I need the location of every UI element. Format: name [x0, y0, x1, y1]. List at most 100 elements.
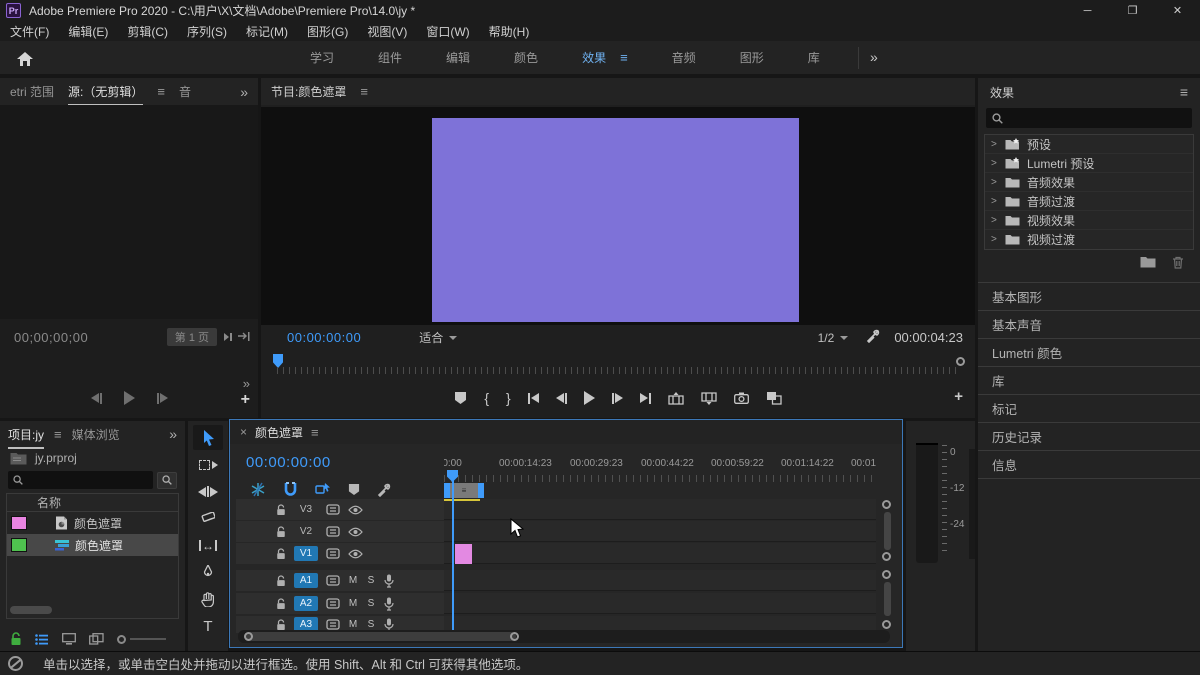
chevron-right-icon[interactable]: >	[991, 196, 998, 207]
track-output-icon[interactable]	[326, 598, 340, 609]
track-a2-clip-area[interactable]	[444, 593, 876, 614]
tab-media-browser[interactable]: 媒体浏览	[72, 426, 120, 443]
track-lock-icon[interactable]	[276, 575, 286, 587]
track-eye-icon[interactable]	[348, 505, 363, 515]
timeline-vertical-scrollbar[interactable]	[880, 500, 894, 640]
track-mute-button[interactable]: M	[348, 575, 358, 586]
track-mute-button[interactable]: M	[348, 619, 358, 630]
tab-project[interactable]: 项目:jy	[8, 420, 44, 449]
effects-folder-audio-transitions[interactable]: > 音频过渡	[985, 192, 1193, 211]
project-overflow-icon[interactable]: »	[169, 426, 177, 442]
menu-graphics[interactable]: 图形(G)	[307, 23, 348, 40]
delete-trash-icon[interactable]	[1172, 256, 1184, 269]
source-add-button-icon[interactable]: +	[241, 391, 250, 409]
track-eye-icon[interactable]	[348, 549, 363, 559]
tab-essential-sound[interactable]: 基本声音	[978, 310, 1200, 338]
effects-search-input[interactable]	[986, 108, 1192, 128]
advanced-search-button[interactable]	[157, 472, 177, 489]
close-button[interactable]: ✕	[1155, 0, 1200, 21]
fit-dropdown[interactable]: 适合	[419, 329, 457, 346]
workspace-tab-learning[interactable]: 学习	[310, 49, 334, 66]
program-add-button-icon[interactable]: +	[954, 388, 963, 405]
vertical-scroll-thumb[interactable]	[884, 582, 891, 616]
timeline-tab-close-icon[interactable]: ×	[240, 425, 247, 439]
track-label-targeted[interactable]: A1	[294, 573, 318, 588]
settings-wrench-icon[interactable]	[866, 329, 880, 346]
track-solo-button[interactable]: S	[366, 619, 376, 630]
effects-folder-audio-effects[interactable]: > 音频效果	[985, 173, 1193, 192]
track-lock-icon[interactable]	[276, 598, 286, 610]
new-bin-icon[interactable]	[1140, 256, 1156, 268]
chevron-right-icon[interactable]: >	[991, 139, 998, 150]
track-header-v3[interactable]: V3	[236, 499, 444, 520]
track-a1-clip-area[interactable]	[444, 570, 876, 591]
source-play-button[interactable]	[124, 391, 135, 405]
track-mute-button[interactable]: M	[348, 598, 358, 609]
effects-panel-menu-icon[interactable]: ≡	[1180, 84, 1188, 100]
track-lock-icon[interactable]	[276, 548, 286, 560]
workspace-tab-effects[interactable]: 效果	[582, 49, 606, 66]
step-back-icon[interactable]	[556, 393, 567, 404]
track-output-icon[interactable]	[326, 504, 340, 515]
chevron-right-icon[interactable]: >	[991, 234, 998, 245]
timeline-ruler[interactable]: :00:00 00:00:14:23 00:00:29:23 00:00:44:…	[444, 450, 876, 482]
program-timecode[interactable]: 00:00:00:00	[287, 330, 361, 345]
lift-icon[interactable]	[668, 392, 684, 405]
playback-resolution-dropdown[interactable]: 1/2	[818, 331, 849, 345]
menu-help[interactable]: 帮助(H)	[489, 23, 530, 40]
track-output-icon[interactable]	[326, 619, 340, 630]
slip-tool[interactable]: ↔	[193, 533, 223, 558]
tab-libraries[interactable]: 库	[978, 366, 1200, 394]
tab-info[interactable]: 信息	[978, 450, 1200, 478]
timeline-tab-sequence[interactable]: 颜色遮罩	[255, 424, 303, 441]
program-panel-menu-icon[interactable]: ≡	[360, 84, 368, 99]
panel-menu-icon[interactable]: ≡	[157, 84, 165, 99]
program-scrubber[interactable]	[271, 354, 965, 376]
label-swatch-green[interactable]	[11, 538, 27, 552]
thumbnail-zoom-slider[interactable]	[117, 635, 166, 644]
timeline-horizontal-scrollbar[interactable]	[238, 630, 890, 643]
track-lock-icon[interactable]	[276, 504, 286, 516]
source-page-skip-icon[interactable]	[238, 332, 250, 342]
source-page-next-icon[interactable]	[223, 332, 233, 342]
type-tool[interactable]: T	[193, 614, 223, 639]
track-label[interactable]: V2	[294, 526, 318, 537]
work-area-right-handle[interactable]	[478, 483, 484, 498]
effects-folder-video-effects[interactable]: > 视频效果	[985, 211, 1193, 230]
track-resize-handle[interactable]	[882, 620, 891, 629]
timeline-add-marker-icon[interactable]	[348, 483, 360, 496]
workspace-tab-audio[interactable]: 音频	[672, 49, 696, 66]
project-panel-menu-icon[interactable]: ≡	[54, 427, 62, 442]
maximize-button[interactable]: ❐	[1110, 0, 1155, 21]
zoom-handle-left[interactable]	[244, 632, 253, 641]
track-label-targeted[interactable]: V1	[294, 546, 318, 561]
track-resize-handle[interactable]	[882, 500, 891, 509]
track-solo-button[interactable]: S	[366, 598, 376, 609]
comparison-view-icon[interactable]	[766, 391, 782, 405]
tab-audio-mixer[interactable]: 音	[179, 83, 191, 100]
writable-lock-icon[interactable]	[10, 632, 22, 646]
track-v3-clip-area[interactable]	[444, 499, 876, 520]
track-header-v1[interactable]: V1	[236, 543, 444, 564]
mark-in-icon[interactable]: {	[484, 390, 489, 406]
color-matte-clip-v1[interactable]	[455, 544, 472, 564]
workspace-menu-icon[interactable]: ≡	[620, 50, 628, 65]
list-view-icon[interactable]	[35, 634, 49, 645]
menu-marker[interactable]: 标记(M)	[246, 23, 288, 40]
track-output-icon[interactable]	[326, 575, 340, 586]
track-solo-button[interactable]: S	[366, 575, 376, 586]
label-swatch-pink[interactable]	[11, 516, 27, 530]
workspace-tab-libraries[interactable]: 库	[808, 49, 820, 66]
razor-tool[interactable]	[193, 506, 223, 531]
extract-icon[interactable]	[701, 392, 717, 405]
export-frame-icon[interactable]	[734, 392, 749, 404]
selection-tool[interactable]	[193, 425, 223, 450]
home-icon[interactable]	[10, 45, 40, 72]
vertical-scroll-thumb[interactable]	[884, 512, 891, 550]
source-page-select[interactable]: 第 1 页	[167, 328, 217, 346]
track-eye-icon[interactable]	[348, 527, 363, 537]
project-item-sequence[interactable]: 颜色遮罩	[7, 534, 178, 556]
menu-sequence[interactable]: 序列(S)	[187, 23, 227, 40]
effects-folder-presets[interactable]: > 预设	[985, 135, 1193, 154]
source-overflow-icon[interactable]: »	[243, 376, 250, 391]
